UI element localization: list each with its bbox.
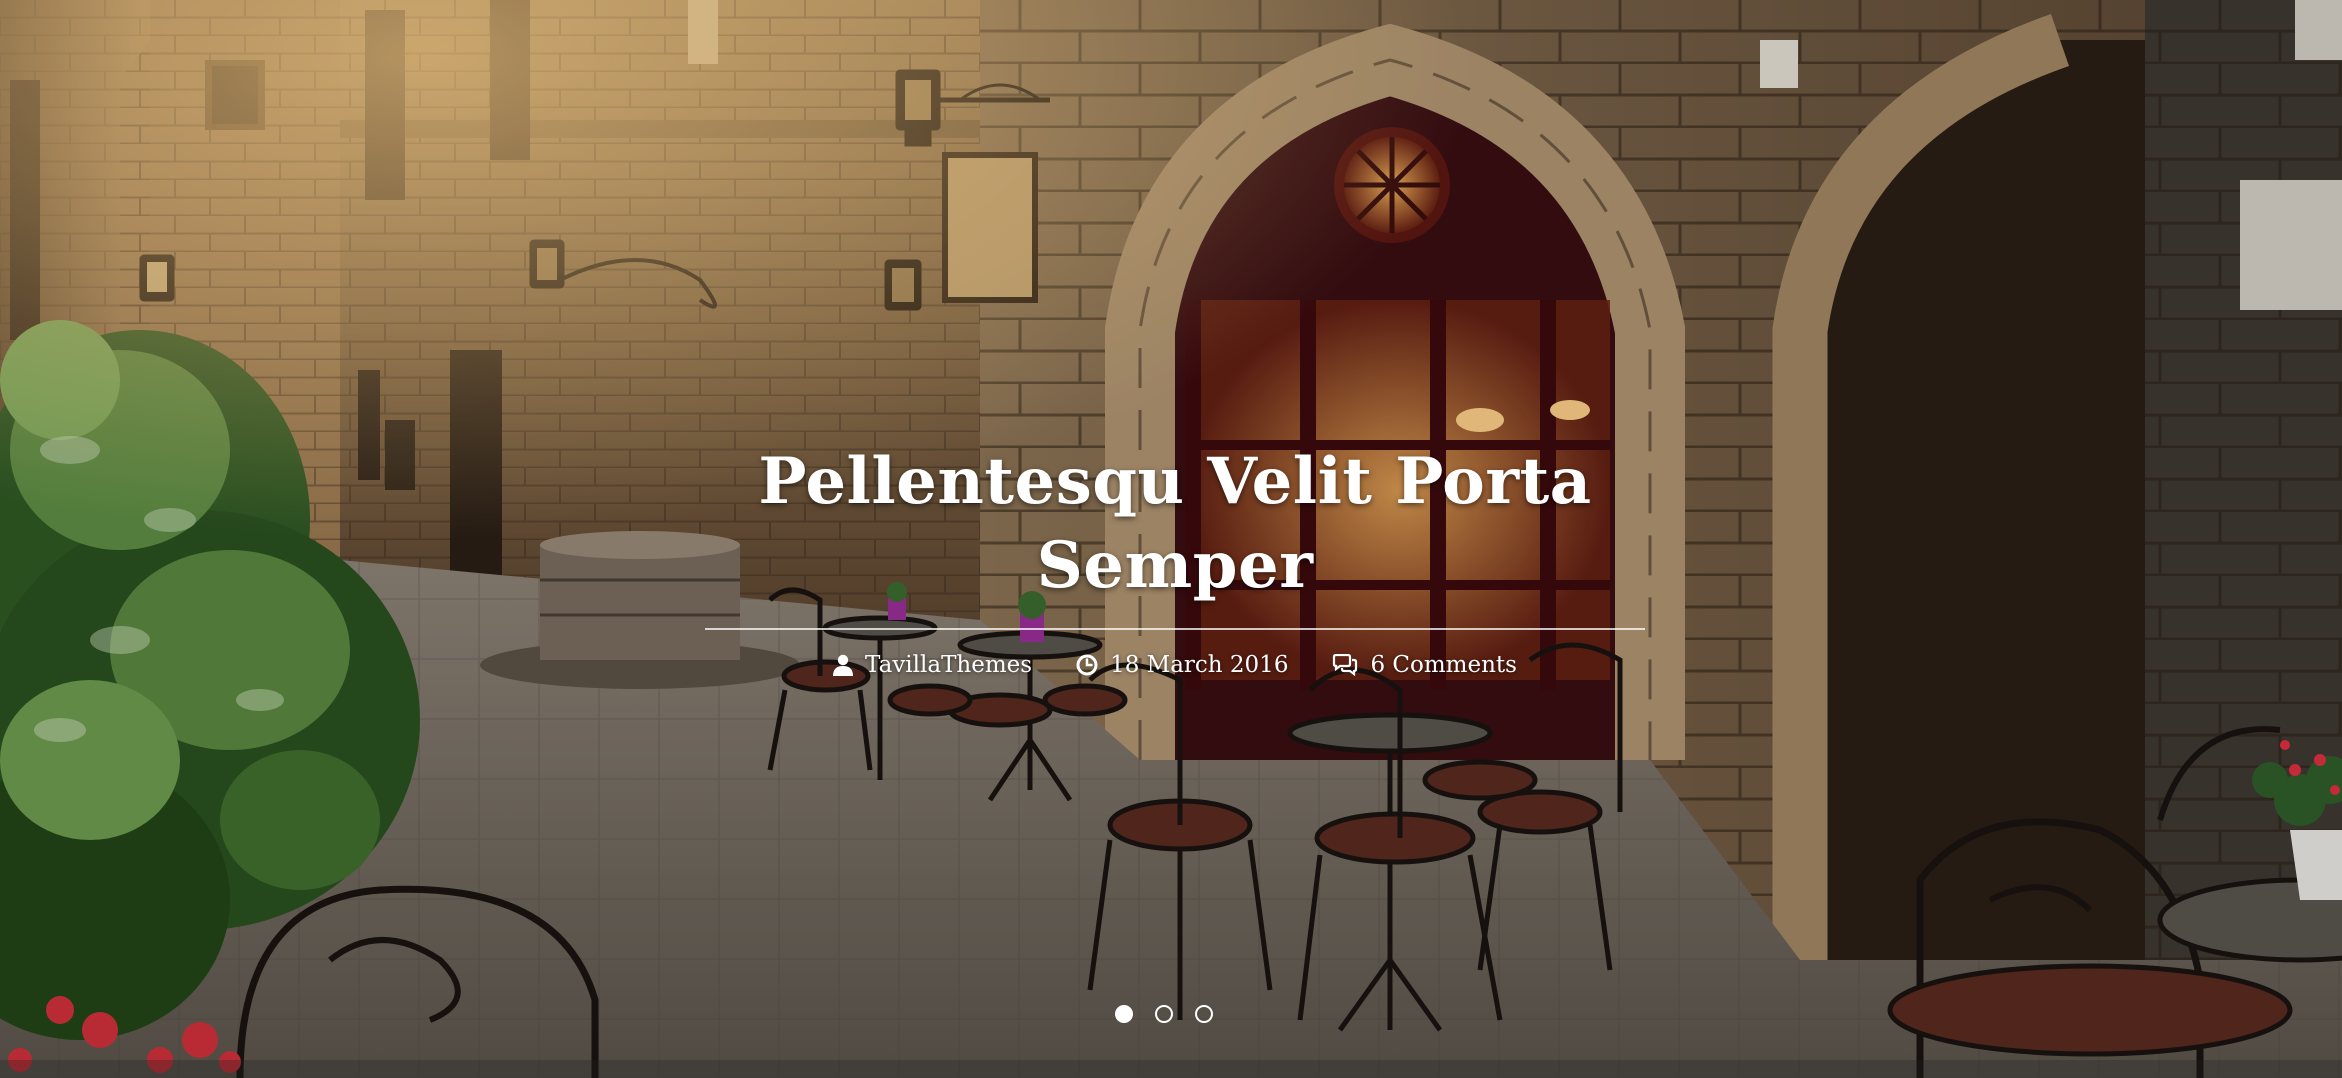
meta-author[interactable]: TavillaThemes bbox=[833, 652, 1032, 678]
post-date: 18 March 2016 bbox=[1110, 652, 1289, 678]
meta-comments[interactable]: 6 Comments bbox=[1332, 652, 1517, 678]
pagination-dot-3[interactable] bbox=[1195, 1005, 1213, 1023]
meta-date: 18 March 2016 bbox=[1076, 652, 1288, 678]
pagination-dot-1[interactable] bbox=[1115, 1005, 1133, 1023]
comments-count: 6 Comments bbox=[1370, 652, 1517, 678]
author-name: TavillaThemes bbox=[865, 652, 1033, 678]
slider-pagination bbox=[1115, 1005, 1213, 1023]
comments-icon bbox=[1332, 654, 1358, 676]
user-icon bbox=[833, 654, 854, 676]
clock-icon bbox=[1076, 654, 1098, 676]
title-divider bbox=[705, 628, 1645, 630]
slide-caption: Pellentesqu Velit Porta Semper TavillaTh… bbox=[700, 440, 1650, 678]
hero-slider: Pellentesqu Velit Porta Semper TavillaTh… bbox=[0, 0, 2342, 1078]
post-meta: TavillaThemes 18 March 2016 6 Comments bbox=[700, 652, 1650, 678]
pagination-dot-2[interactable] bbox=[1155, 1005, 1173, 1023]
slide-title[interactable]: Pellentesqu Velit Porta Semper bbox=[700, 440, 1650, 608]
